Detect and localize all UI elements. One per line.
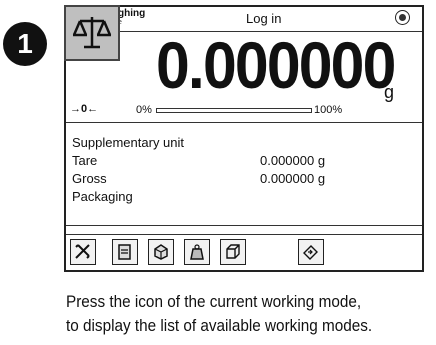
tare-icon	[303, 245, 318, 260]
info-panel: Supplementary unit Tare 0.000000 g Gross…	[66, 122, 422, 226]
zero-indicator: →0←	[70, 103, 99, 115]
bottom-toolbar	[66, 234, 422, 271]
tools-button[interactable]	[70, 239, 96, 265]
info-value-gross: 0.000000 g	[260, 171, 326, 186]
info-label-gross: Gross	[72, 171, 107, 186]
bargraph-end-label: 100%	[314, 104, 343, 116]
info-label-tare: Tare	[72, 153, 98, 168]
info-label-packaging: Packaging	[72, 189, 133, 204]
bargraph-start-label: 0%	[136, 104, 152, 116]
tools-icon	[75, 244, 90, 259]
load-bargraph	[156, 108, 312, 113]
power-icon[interactable]	[395, 10, 410, 25]
instruction-text: Press the icon of the current working mo…	[66, 290, 372, 338]
tare-button[interactable]	[298, 239, 324, 265]
info-label-supplementary-unit: Supplementary unit	[72, 135, 185, 150]
cube-icon	[226, 244, 240, 259]
working-mode-button[interactable]	[64, 5, 120, 61]
info-value-tare: 0.000000 g	[260, 153, 326, 168]
step-number-badge: 1	[3, 22, 47, 66]
weight-unit[interactable]: g	[384, 82, 394, 103]
packaging-button[interactable]	[148, 239, 174, 265]
instruction-line-2: to display the list of available working…	[66, 316, 373, 335]
working-mode-name: ghing	[118, 8, 146, 19]
database-icon	[118, 244, 131, 260]
weight-reading: 0.000000	[156, 28, 396, 102]
weight-icon	[190, 244, 204, 260]
packaging-icon	[154, 244, 168, 260]
instruction-line-1: Press the icon of the current working mo…	[66, 292, 362, 311]
weight-button[interactable]	[184, 239, 210, 265]
cube-button[interactable]	[220, 239, 246, 265]
login-button[interactable]: Log in	[246, 11, 281, 26]
database-button[interactable]	[112, 239, 138, 265]
balance-scale-icon	[72, 17, 112, 49]
